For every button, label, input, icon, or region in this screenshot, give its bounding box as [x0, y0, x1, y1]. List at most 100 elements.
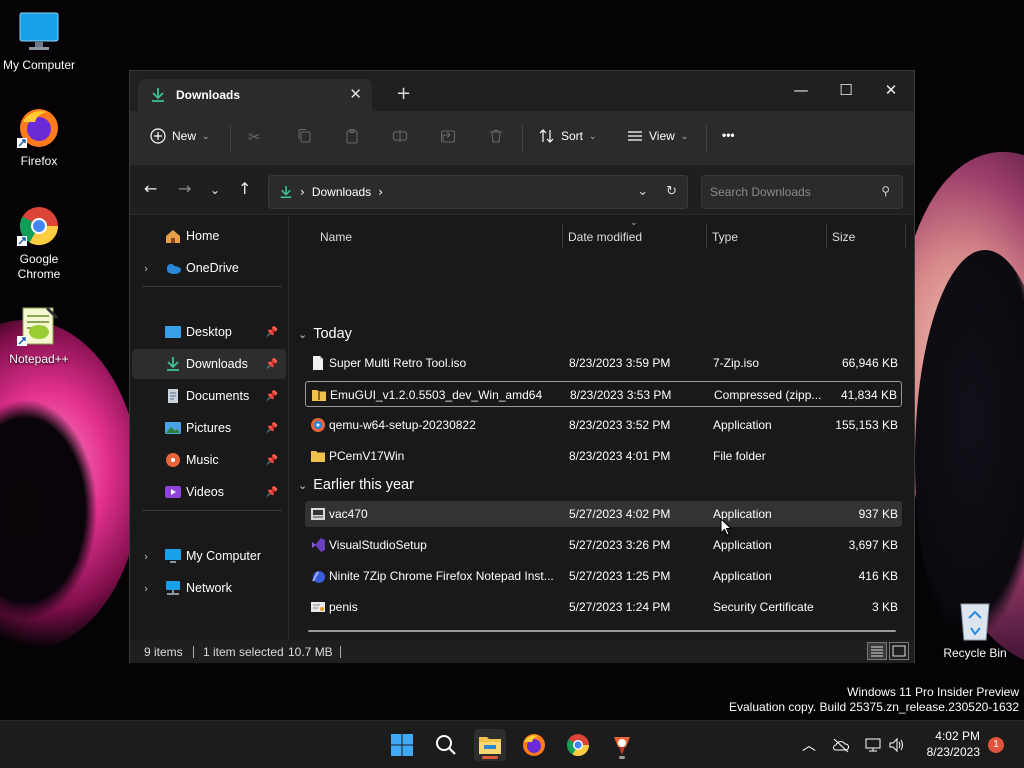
up-button[interactable]: ↑ — [238, 179, 251, 198]
certificate-icon — [311, 602, 325, 612]
maximize-button[interactable]: ☐ — [823, 75, 869, 105]
table-row[interactable]: EmuGUI_v1.2.0.5503_dev_Win_amd64 8/23/20… — [305, 381, 902, 407]
pin-icon: 📌 — [265, 358, 278, 370]
clock[interactable]: 4:02 PM 8/23/2023 — [927, 728, 980, 760]
sidebar-item-pictures[interactable]: Pictures 📌 — [132, 413, 286, 443]
chevron-right-icon[interactable]: › — [144, 262, 148, 275]
new-button[interactable]: New ⌄ — [150, 128, 210, 144]
table-row[interactable]: penis 5/27/2023 1:24 PM Security Certifi… — [305, 594, 902, 620]
table-row[interactable]: Ninite 7Zip Chrome Firefox Notepad Inst.… — [305, 563, 902, 589]
address-history-dropdown-icon[interactable]: ⌄ — [637, 184, 648, 199]
recent-locations-button[interactable]: ⌄ — [210, 183, 220, 197]
search-box[interactable]: ⚲ — [701, 175, 903, 209]
taskbar-chrome[interactable] — [562, 729, 594, 761]
group-header-today[interactable]: ⌄ Today — [298, 326, 352, 342]
column-divider[interactable] — [826, 224, 827, 248]
clock-time: 4:02 PM — [935, 729, 980, 743]
refresh-icon[interactable]: ↻ — [666, 184, 677, 199]
chevron-right-icon[interactable]: › — [378, 185, 383, 199]
horizontal-scrollbar[interactable] — [308, 630, 896, 632]
pin-icon: 📌 — [265, 486, 278, 498]
share-button[interactable] — [440, 128, 456, 144]
sidebar-item-my-computer[interactable]: › My Computer — [132, 541, 286, 571]
details-view-toggle[interactable] — [867, 642, 887, 660]
network-icon — [166, 581, 180, 595]
desktop-icon-recycle-bin[interactable]: Recycle Bin — [937, 598, 1013, 661]
file-size: 416 KB — [858, 569, 898, 583]
desktop-icon-firefox[interactable]: Firefox — [1, 106, 77, 169]
search-icon — [436, 735, 456, 755]
file-name: penis — [329, 600, 358, 614]
sidebar-item-home[interactable]: Home — [132, 221, 286, 251]
tab-downloads[interactable]: Downloads ✕ — [138, 79, 372, 111]
paste-button[interactable] — [344, 128, 360, 144]
desktop-icon-google-chrome[interactable]: Google Chrome — [1, 204, 77, 282]
title-bar[interactable]: Downloads ✕ + — ☐ ✕ — [130, 71, 914, 111]
chevron-right-icon[interactable]: › — [144, 550, 148, 563]
desktop-icon-my-computer[interactable]: My Computer — [1, 10, 77, 73]
table-row[interactable]: Super Multi Retro Tool.iso 8/23/2023 3:5… — [305, 350, 902, 376]
pin-icon: 📌 — [265, 422, 278, 434]
taskbar-firefox[interactable] — [518, 729, 550, 761]
sidebar-item-downloads[interactable]: Downloads 📌 — [132, 349, 286, 379]
volume-icon[interactable] — [888, 737, 906, 753]
sidebar-item-music[interactable]: Music 📌 — [132, 445, 286, 475]
cut-button[interactable]: ✂ — [248, 128, 261, 146]
status-selection: 1 item selected — [203, 645, 284, 659]
group-header-earlier-this-year[interactable]: ⌄ Earlier this year — [298, 477, 414, 493]
file-list: Name Date modified ⌄ Type Size ⌄ Today S… — [290, 216, 914, 640]
minimize-button[interactable]: — — [778, 75, 824, 105]
taskbar-file-explorer[interactable] — [474, 729, 506, 761]
sidebar-item-desktop[interactable]: Desktop 📌 — [132, 317, 286, 347]
chevron-down-icon: ⌄ — [589, 130, 597, 141]
pin-icon: 📌 — [265, 390, 278, 402]
search-input[interactable] — [710, 185, 870, 199]
sidebar-item-onedrive[interactable]: › OneDrive — [132, 253, 286, 283]
desktop-icon-notepad-plus-plus[interactable]: Notepad++ — [1, 304, 77, 367]
close-window-button[interactable]: ✕ — [868, 75, 914, 105]
address-row: ← → ⌄ ↑ › Downloads › ⌄ ↻ ⚲ — [130, 165, 914, 215]
copy-button[interactable] — [296, 128, 312, 144]
table-row[interactable]: VisualStudioSetup 5/27/2023 3:26 PM Appl… — [305, 532, 902, 558]
sidebar-divider — [142, 510, 282, 511]
start-button[interactable] — [386, 729, 418, 761]
view-button[interactable]: View ⌄ — [627, 128, 688, 144]
pane-splitter[interactable] — [288, 216, 289, 640]
show-hidden-icons-chevron-icon[interactable]: ︿ — [802, 735, 816, 755]
table-row[interactable]: qemu-w64-setup-20230822 8/23/2023 3:52 P… — [305, 412, 902, 438]
firefox-icon — [17, 109, 58, 148]
column-header-size[interactable]: Size — [832, 230, 855, 244]
sidebar-item-documents[interactable]: Documents 📌 — [132, 381, 286, 411]
notification-badge[interactable]: 1 — [988, 737, 1004, 753]
folder-icon — [479, 737, 501, 754]
column-header-date-modified[interactable]: Date modified — [568, 230, 642, 244]
sort-button[interactable]: Sort ⌄ — [539, 128, 597, 144]
sidebar-item-network[interactable]: › Network — [132, 573, 286, 603]
address-bar[interactable]: › Downloads › ⌄ ↻ — [268, 175, 688, 209]
table-row[interactable]: PCemV17Win 8/23/2023 4:01 PM File folder — [305, 443, 902, 469]
table-row[interactable]: vac470 5/27/2023 4:02 PM Application 937… — [305, 501, 902, 527]
column-divider[interactable] — [562, 224, 563, 248]
back-button[interactable]: ← — [144, 179, 157, 198]
chevron-right-icon: › — [300, 185, 305, 199]
watermark-line: Evaluation copy. Build 25375.zn_release.… — [729, 700, 1019, 714]
tiles-view-toggle[interactable] — [889, 642, 909, 660]
delete-button[interactable] — [488, 128, 504, 144]
column-divider[interactable] — [905, 224, 906, 248]
cloud-offline-icon[interactable] — [832, 737, 850, 753]
taskbar-emulator-app[interactable] — [606, 729, 638, 761]
sidebar-item-videos[interactable]: Videos 📌 — [132, 477, 286, 507]
close-tab-icon[interactable]: ✕ — [349, 85, 362, 103]
more-options-button[interactable]: ••• — [722, 128, 735, 142]
breadcrumb-downloads[interactable]: Downloads — [312, 185, 371, 199]
new-tab-button[interactable]: + — [396, 83, 411, 104]
network-status-icon[interactable] — [864, 737, 882, 753]
chevron-right-icon[interactable]: › — [144, 582, 148, 595]
search-button[interactable] — [430, 729, 462, 761]
column-divider[interactable] — [706, 224, 707, 248]
column-header-name[interactable]: Name — [320, 230, 352, 244]
navigation-pane: Home › OneDrive Desktop 📌 Downloads 📌 Do… — [130, 216, 288, 640]
column-header-type[interactable]: Type — [712, 230, 738, 244]
forward-button[interactable]: → — [178, 179, 191, 198]
rename-button[interactable] — [392, 128, 408, 144]
